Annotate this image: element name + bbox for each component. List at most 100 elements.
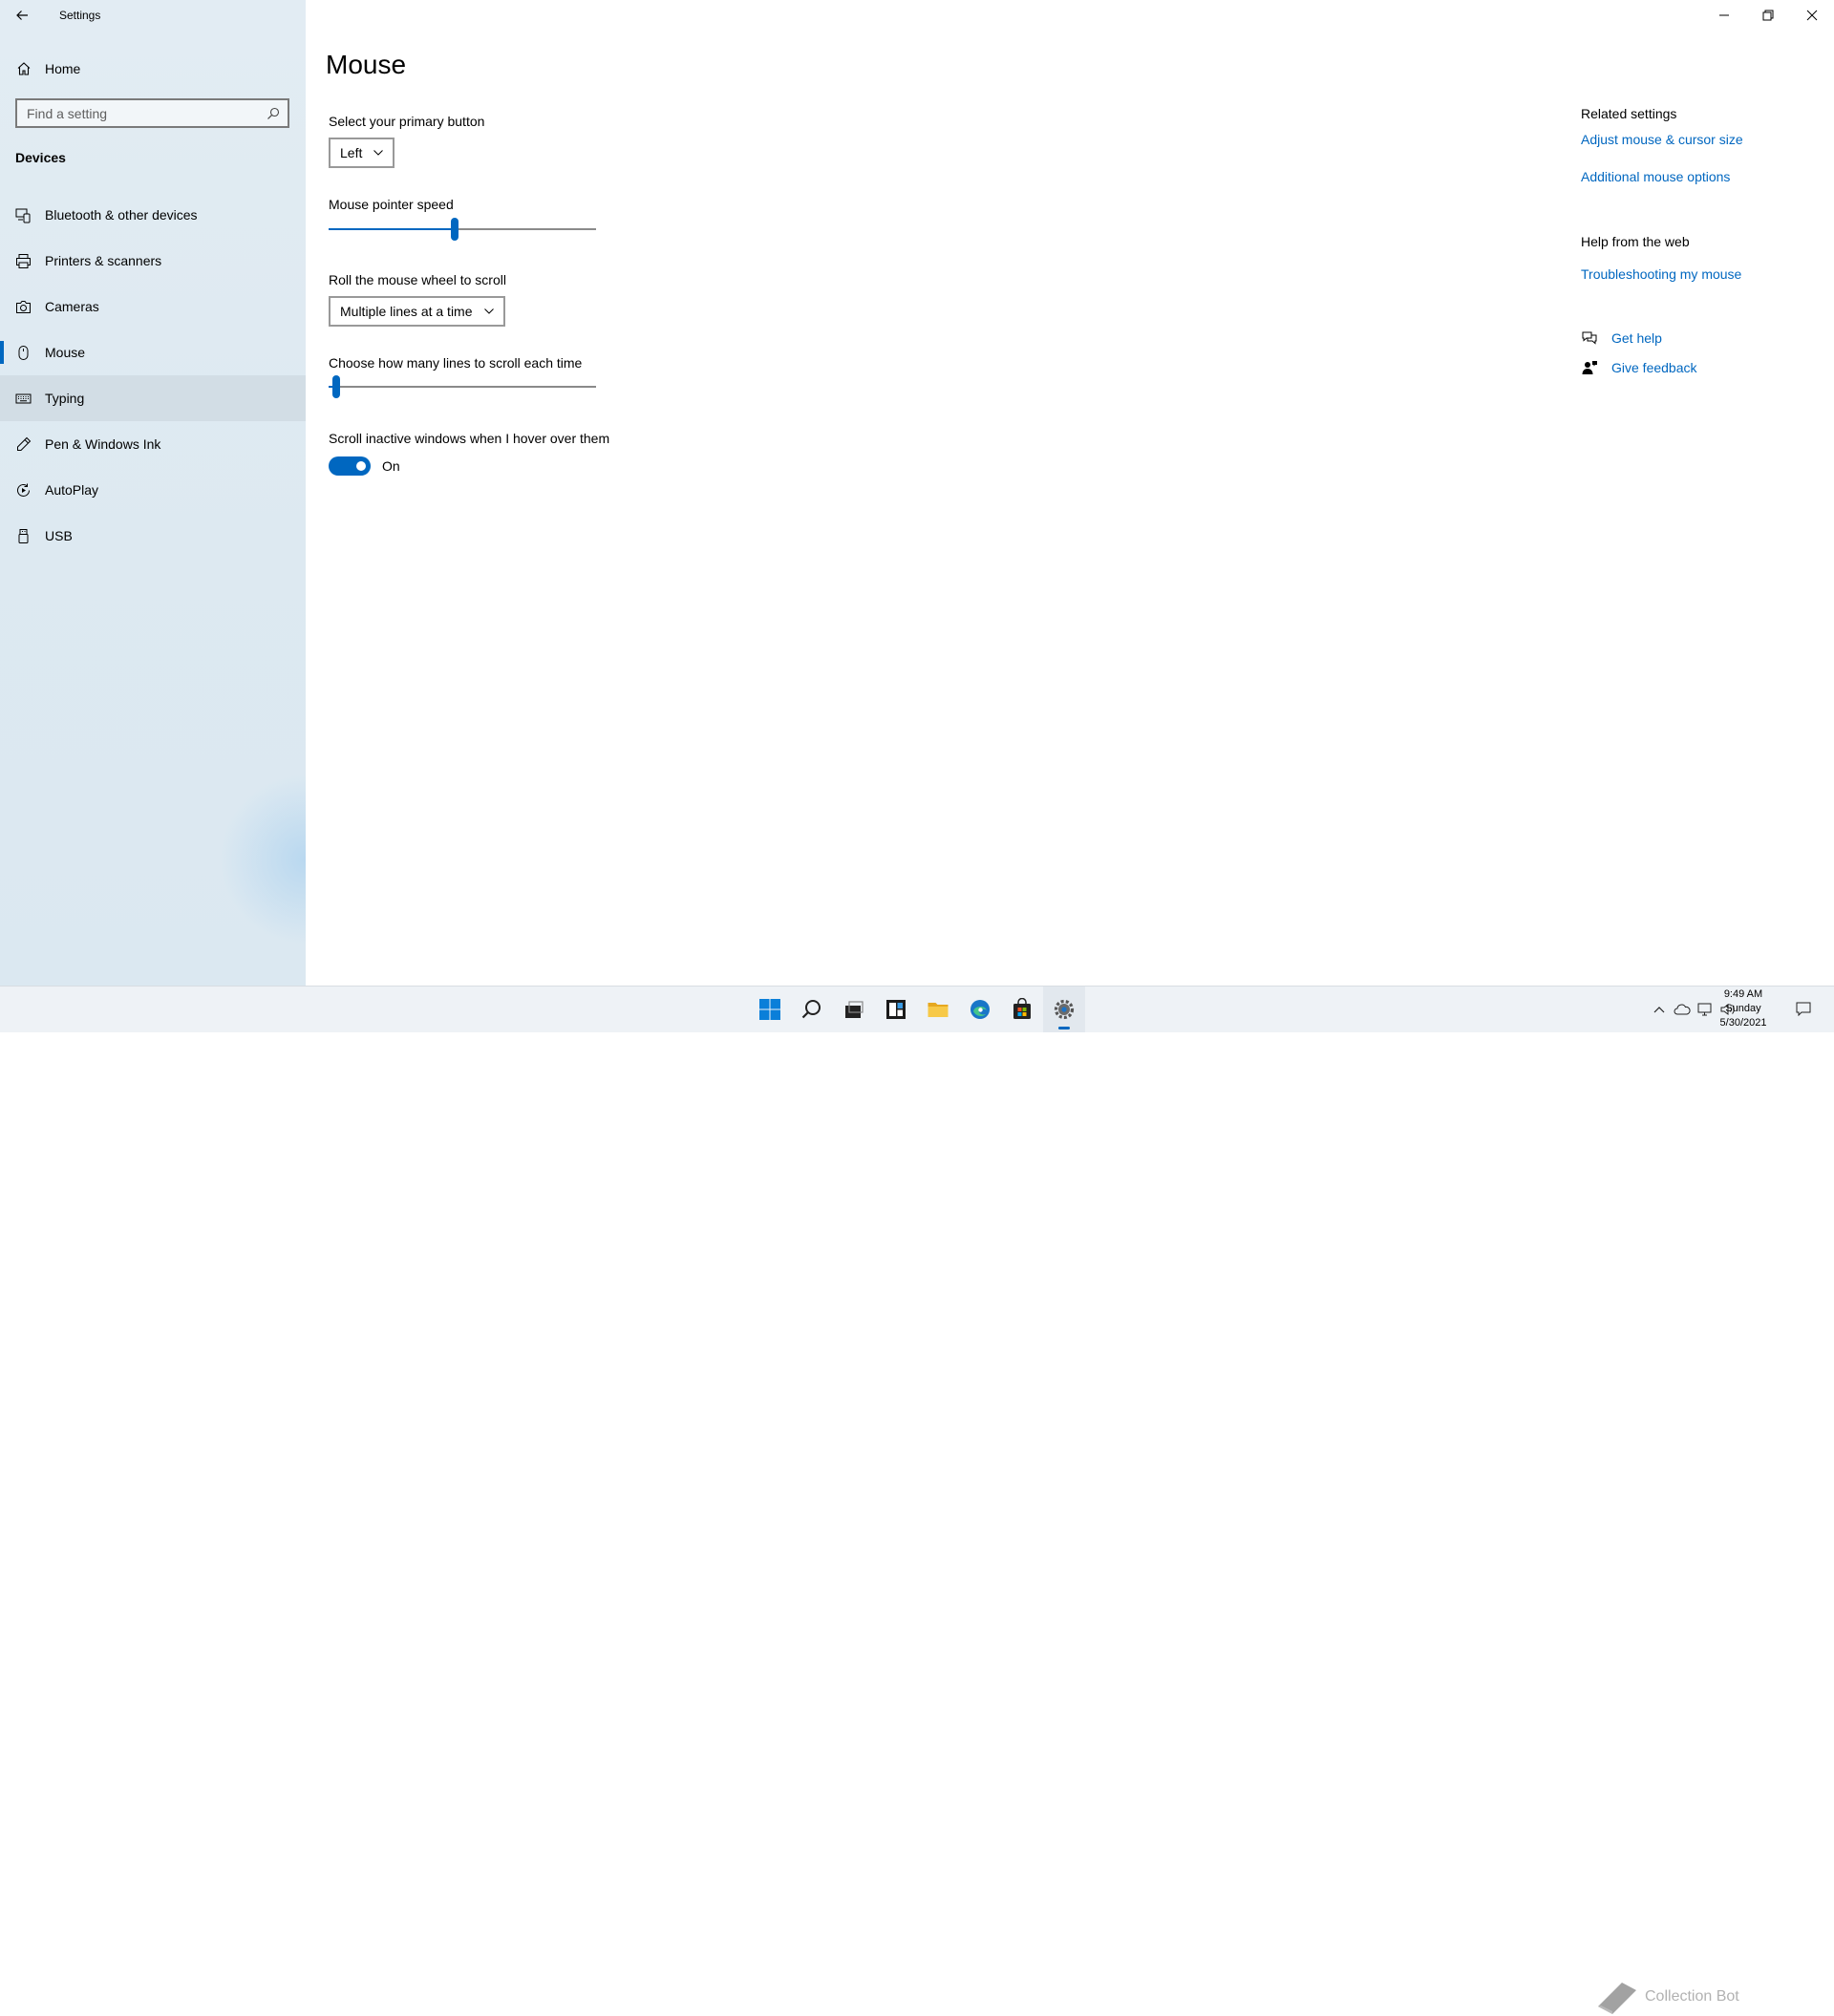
chevron-down-icon: [373, 150, 384, 156]
edge-button[interactable]: [959, 987, 1001, 1032]
nav-home-label: Home: [45, 61, 81, 76]
get-help-link[interactable]: Get help: [1581, 329, 1662, 347]
adjust-cursor-size-link[interactable]: Adjust mouse & cursor size: [1581, 132, 1743, 147]
page-title: Mouse: [326, 50, 407, 79]
primary-button-value: Left: [340, 145, 363, 160]
taskbar: Collection Bot: [0, 986, 1834, 2014]
edge-icon: [970, 1000, 990, 1019]
sidebar-item-label: Bluetooth & other devices: [45, 207, 198, 223]
restore-button[interactable]: [1746, 0, 1790, 31]
file-explorer-button[interactable]: [917, 987, 959, 1032]
feedback-icon: [1581, 359, 1598, 376]
keyboard-icon: [15, 391, 32, 407]
get-help-icon: [1581, 329, 1598, 347]
minimize-button[interactable]: [1702, 0, 1746, 31]
window-controls: [1702, 0, 1834, 31]
clock-date: 5/30/2021: [1719, 1017, 1767, 1029]
back-button[interactable]: [0, 0, 44, 31]
slider-thumb[interactable]: [332, 375, 341, 398]
titlebar-left: Settings: [0, 0, 100, 31]
give-feedback-link[interactable]: Give feedback: [1581, 359, 1697, 376]
sidebar-item-autoplay[interactable]: AutoPlay: [0, 467, 306, 513]
sidebar-item-label: Pen & Windows Ink: [45, 436, 161, 452]
related-settings-heading: Related settings: [1581, 106, 1677, 121]
clock-time: 9:49 AM: [1723, 988, 1763, 1000]
scroll-lines-label: Choose how many lines to scroll each tim…: [329, 355, 583, 371]
primary-button-dropdown[interactable]: Left: [329, 138, 395, 168]
taskbar-search-button[interactable]: [791, 987, 833, 1032]
task-view-button[interactable]: [833, 987, 875, 1032]
sidebar-item-label: Mouse: [45, 345, 86, 360]
search-icon: [801, 1000, 821, 1019]
scroll-mode-dropdown[interactable]: Multiple lines at a time: [329, 296, 505, 327]
taskbar-apps: [749, 987, 1085, 1032]
sidebar-glow: [220, 774, 306, 945]
close-icon: [1806, 10, 1818, 21]
search-icon: [267, 107, 280, 120]
toggle-knob: [356, 461, 366, 471]
settings-icon: [1054, 999, 1075, 1020]
notification-icon: [1796, 1002, 1811, 1016]
nav-list: Bluetooth & other devices Printers & sca…: [0, 192, 306, 559]
primary-button-label: Select your primary button: [329, 114, 485, 129]
bluetooth-devices-icon: [15, 207, 32, 223]
taskbar-clock[interactable]: 9:49 AM Sunday 5/30/2021: [1710, 987, 1777, 1030]
troubleshooting-link[interactable]: Troubleshooting my mouse: [1581, 266, 1741, 282]
toggle-state-label: On: [382, 458, 400, 474]
widgets-icon: [886, 1000, 906, 1019]
watermark: Collection Bot: [1593, 1978, 1739, 2016]
sidebar-item-mouse[interactable]: Mouse: [0, 329, 306, 375]
nav-home[interactable]: Home: [0, 54, 306, 83]
sidebar-item-bluetooth[interactable]: Bluetooth & other devices: [0, 192, 306, 238]
chevron-down-icon: [483, 308, 494, 314]
store-icon: [1013, 998, 1031, 1019]
slider-track: [329, 386, 596, 388]
section-header: Devices: [15, 150, 66, 165]
back-arrow-icon: [16, 11, 28, 20]
search-input[interactable]: [17, 100, 267, 126]
inactive-scroll-toggle[interactable]: [329, 456, 371, 476]
start-button[interactable]: [749, 987, 791, 1032]
inactive-scroll-label: Scroll inactive windows when I hover ove…: [329, 431, 610, 446]
mouse-icon: [15, 345, 32, 361]
usb-icon: [15, 528, 32, 544]
sidebar-item-printers[interactable]: Printers & scanners: [0, 238, 306, 284]
scroll-mode-label: Roll the mouse wheel to scroll: [329, 272, 506, 287]
home-icon: [16, 61, 32, 76]
sidebar-item-label: USB: [45, 528, 73, 543]
restore-icon: [1762, 10, 1774, 21]
clock-day: Sunday: [1725, 1003, 1761, 1014]
search-box[interactable]: [15, 98, 289, 128]
scroll-mode-value: Multiple lines at a time: [340, 304, 473, 319]
sidebar-item-usb[interactable]: USB: [0, 513, 306, 559]
pointer-speed-slider[interactable]: [329, 218, 596, 241]
additional-mouse-options-link[interactable]: Additional mouse options: [1581, 169, 1730, 184]
cloud-icon: [1674, 1004, 1691, 1015]
onedrive-button[interactable]: [1671, 998, 1694, 1021]
sidebar-item-label: Typing: [45, 391, 85, 406]
pointer-speed-label: Mouse pointer speed: [329, 197, 454, 212]
sidebar-item-typing[interactable]: Typing: [0, 375, 306, 421]
slider-thumb[interactable]: [450, 218, 458, 241]
help-heading: Help from the web: [1581, 234, 1690, 249]
autoplay-icon: [15, 482, 32, 499]
store-button[interactable]: [1001, 987, 1043, 1032]
sidebar: Settings Home Devices Bluetooth & other …: [0, 0, 306, 986]
app-title: Settings: [59, 9, 101, 22]
show-hidden-icons-button[interactable]: [1648, 998, 1671, 1021]
sidebar-item-cameras[interactable]: Cameras: [0, 284, 306, 329]
settings-taskbar-button[interactable]: [1043, 987, 1085, 1032]
chevron-up-icon: [1653, 1007, 1665, 1013]
close-button[interactable]: [1790, 0, 1834, 31]
pen-icon: [15, 436, 32, 453]
file-explorer-icon: [928, 1003, 949, 1017]
sidebar-item-label: Cameras: [45, 299, 99, 314]
minimize-icon: [1719, 14, 1729, 16]
start-icon: [759, 999, 780, 1020]
notification-center-button[interactable]: [1792, 997, 1815, 1020]
slider-fill: [329, 228, 455, 230]
scroll-lines-slider[interactable]: [329, 375, 596, 398]
sidebar-item-pen[interactable]: Pen & Windows Ink: [0, 421, 306, 467]
camera-icon: [15, 299, 32, 315]
widgets-button[interactable]: [875, 987, 917, 1032]
